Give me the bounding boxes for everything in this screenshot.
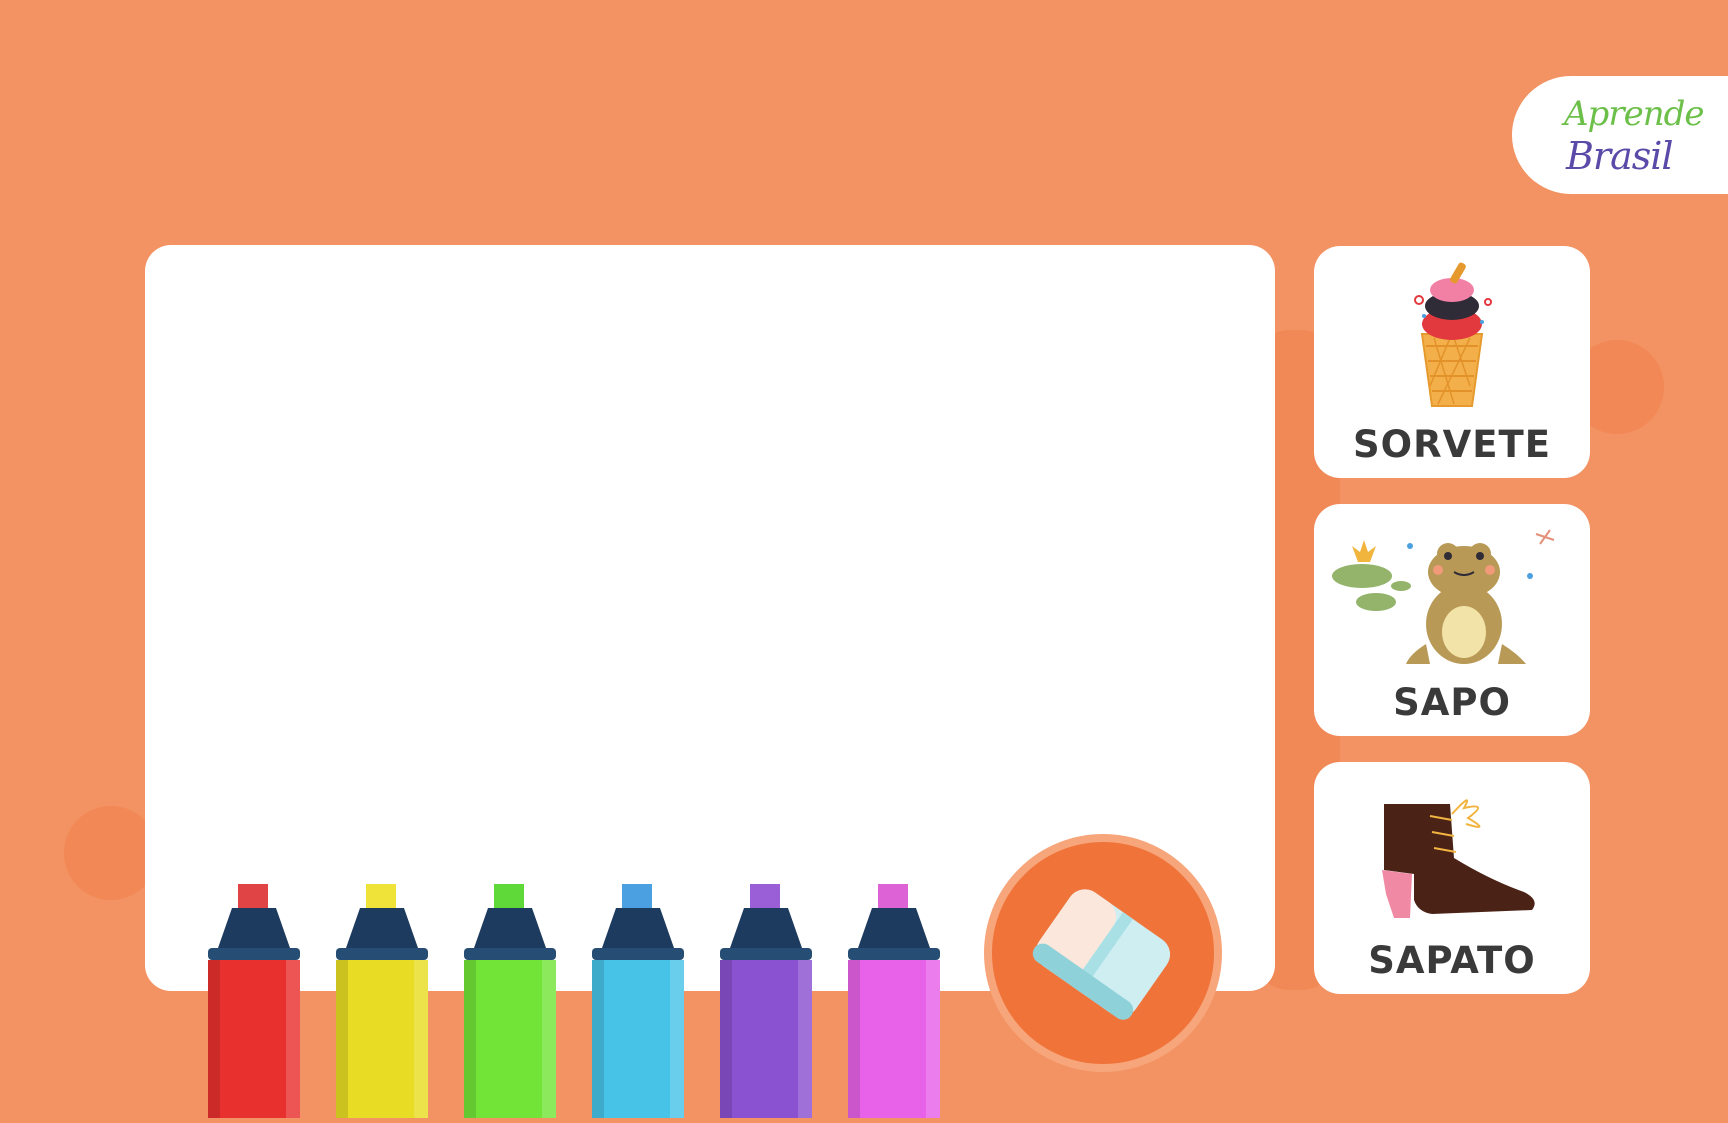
logo-text-aprende: Aprende [1564,94,1704,134]
marker-red-icon [208,884,300,1118]
card-label: SAPO [1393,681,1511,724]
card-label: SAPATO [1368,939,1536,982]
marker-blue-icon [592,884,684,1118]
word-card-sapo[interactable]: SAPO [1314,504,1590,736]
marker-pink-icon [848,884,940,1118]
marker-green-icon [464,884,556,1118]
marker-purple[interactable] [718,880,814,1118]
marker-pink[interactable] [846,880,942,1118]
bg-circle-left [64,806,158,900]
logo-text-brasil: Brasil [1566,134,1674,178]
marker-red[interactable] [206,880,302,1118]
marker-purple-icon [720,884,812,1118]
word-card-sapato[interactable]: SAPATO [1314,762,1590,994]
eraser-icon [1032,889,1171,1020]
marker-green[interactable] [462,880,558,1118]
card-label: SORVETE [1352,423,1552,466]
eraser-button[interactable] [984,834,1222,1072]
marker-yellow-icon [336,884,428,1118]
word-card-sorvete[interactable]: SORVETE [1314,246,1590,478]
marker-blue[interactable] [590,880,686,1118]
brand-logo: Aprende Brasil [1512,76,1728,194]
marker-yellow[interactable] [334,880,430,1118]
